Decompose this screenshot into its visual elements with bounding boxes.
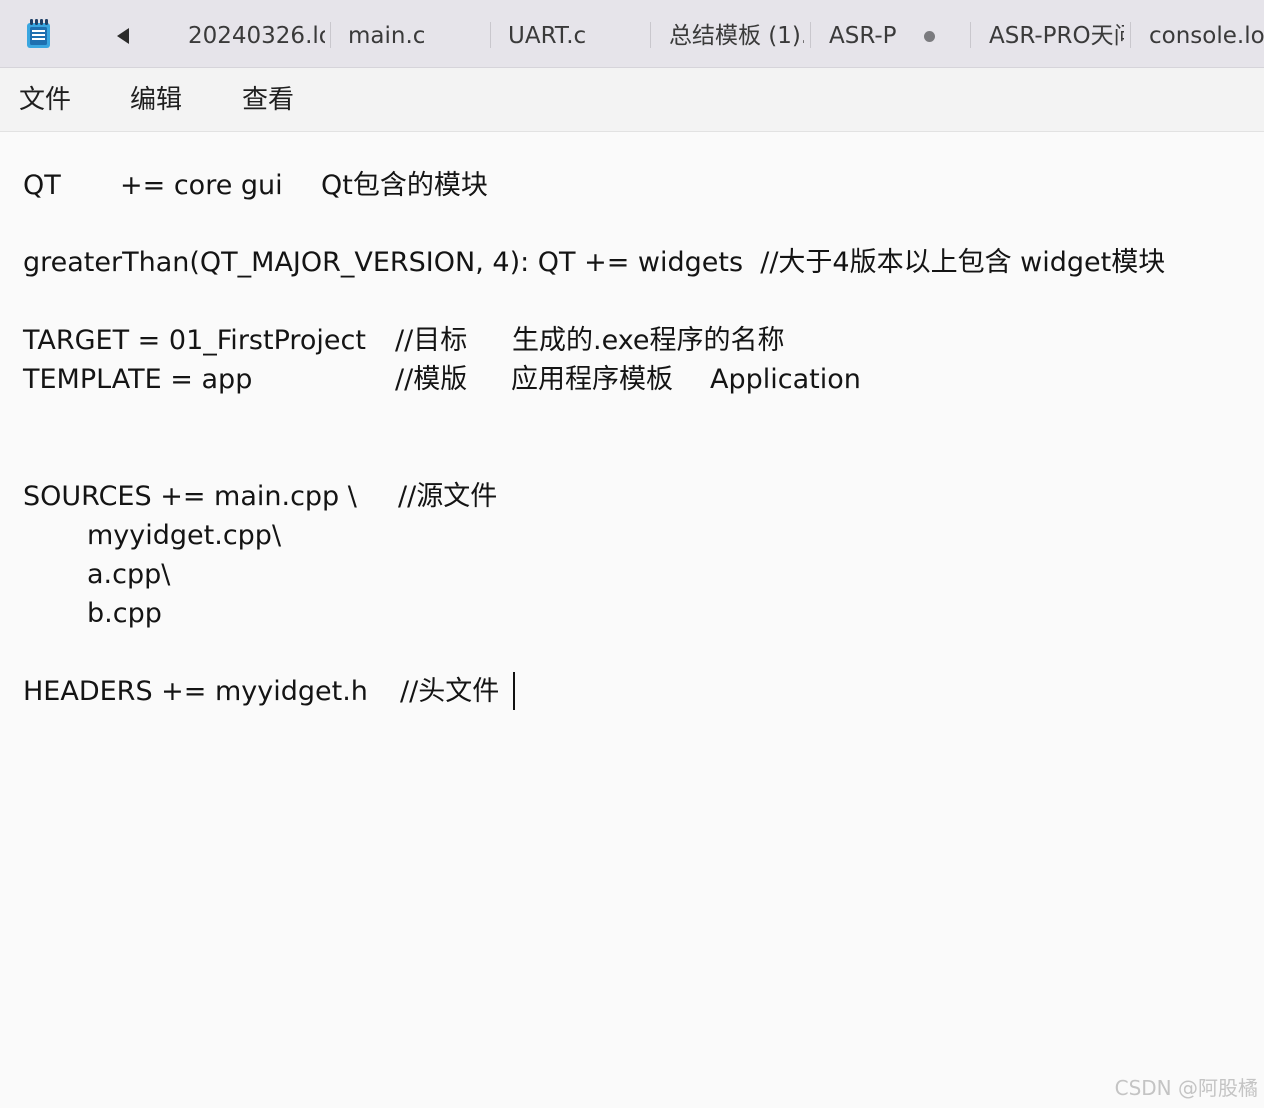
tab-separator xyxy=(650,22,651,48)
line-comment: //源文件 xyxy=(398,481,498,512)
editor-line: QT += core gui Qt包含的模块 xyxy=(23,168,488,204)
menu-edit[interactable]: 编辑 xyxy=(130,84,182,116)
line-comment: 应用程序模板 xyxy=(511,364,673,395)
tab-label: 20240326.log xyxy=(188,23,325,49)
menu-file[interactable]: 文件 xyxy=(19,84,71,116)
editor-line: a.cpp\ xyxy=(23,557,170,593)
line-comment: 生成的.exe程序的名称 xyxy=(512,325,785,356)
editor-line: greaterThan(QT_MAJOR_VERSION, 4): QT += … xyxy=(23,245,1165,281)
line-text: += core gui xyxy=(120,170,283,201)
line-comment: Application xyxy=(710,364,861,395)
line-text: a.cpp\ xyxy=(87,559,171,590)
line-comment: //目标 xyxy=(395,325,468,356)
menu-view[interactable]: 查看 xyxy=(242,84,294,116)
tab-uart-c[interactable]: UART.c xyxy=(491,12,649,58)
tab-20240326-log[interactable]: 20240326.log xyxy=(171,12,325,58)
text-caret xyxy=(513,672,515,710)
tab-bar: 20240326.log main.c UART.c 总结模板 (1).txt … xyxy=(0,0,1264,68)
editor-line: myyidget.cpp\ xyxy=(23,518,281,554)
editor-line: SOURCES += main.cpp \ //源文件 xyxy=(23,479,497,515)
tab-summary-template[interactable]: 总结模板 (1).txt xyxy=(652,12,804,58)
line-text: HEADERS += myyidget.h xyxy=(23,676,368,707)
tab-scroll-left-button[interactable] xyxy=(110,22,136,48)
line-comment: //模版 xyxy=(395,364,468,395)
tab-console-log[interactable]: console.log xyxy=(1132,12,1264,58)
tab-separator xyxy=(1130,22,1131,48)
editor-line: b.cpp xyxy=(23,596,162,632)
line-comment: Qt包含的模块 xyxy=(321,170,488,201)
text-editor[interactable]: QT += core gui Qt包含的模块 greaterThan(QT_MA… xyxy=(0,132,1264,1108)
line-text: b.cpp xyxy=(87,598,162,629)
tab-asr-p[interactable]: ASR-P xyxy=(812,12,904,58)
tab-separator xyxy=(970,22,971,48)
editor-line: HEADERS += myyidget.h //头文件 xyxy=(23,674,499,710)
unsaved-dot-icon[interactable] xyxy=(924,31,935,42)
notepad-window: 20240326.log main.c UART.c 总结模板 (1).txt … xyxy=(0,0,1264,1108)
tab-separator xyxy=(810,22,811,48)
line-comment: //头文件 xyxy=(400,676,500,707)
tab-label: main.c xyxy=(348,23,426,49)
tab-main-c[interactable]: main.c xyxy=(331,12,489,58)
notepad-icon xyxy=(26,19,51,49)
line-text: SOURCES += main.cpp \ xyxy=(23,481,357,512)
triangle-left-icon xyxy=(117,28,129,44)
menu-bar: 文件 编辑 查看 xyxy=(0,68,1264,132)
line-text: myyidget.cpp\ xyxy=(87,520,282,551)
editor-line: TARGET = 01_FirstProject //目标 生成的.exe程序的… xyxy=(23,323,784,359)
tab-label: UART.c xyxy=(508,23,587,49)
editor-line: TEMPLATE = app //模版 应用程序模板 Application xyxy=(23,362,861,398)
line-text: TEMPLATE = app xyxy=(23,364,253,395)
tab-label: 总结模板 (1).txt xyxy=(669,23,804,49)
line-text: greaterThan(QT_MAJOR_VERSION, 4): QT += … xyxy=(23,247,1166,278)
watermark: CSDN @阿股橘 xyxy=(1114,1076,1258,1100)
tab-asr-pro[interactable]: ASR-PRO天问 xyxy=(972,12,1124,58)
line-text: TARGET = 01_FirstProject xyxy=(23,325,366,356)
line-text: QT xyxy=(23,170,61,201)
tab-label: console.log xyxy=(1149,23,1264,49)
tab-label: ASR-PRO天问 xyxy=(989,23,1124,49)
tab-label: ASR-P xyxy=(829,23,897,49)
